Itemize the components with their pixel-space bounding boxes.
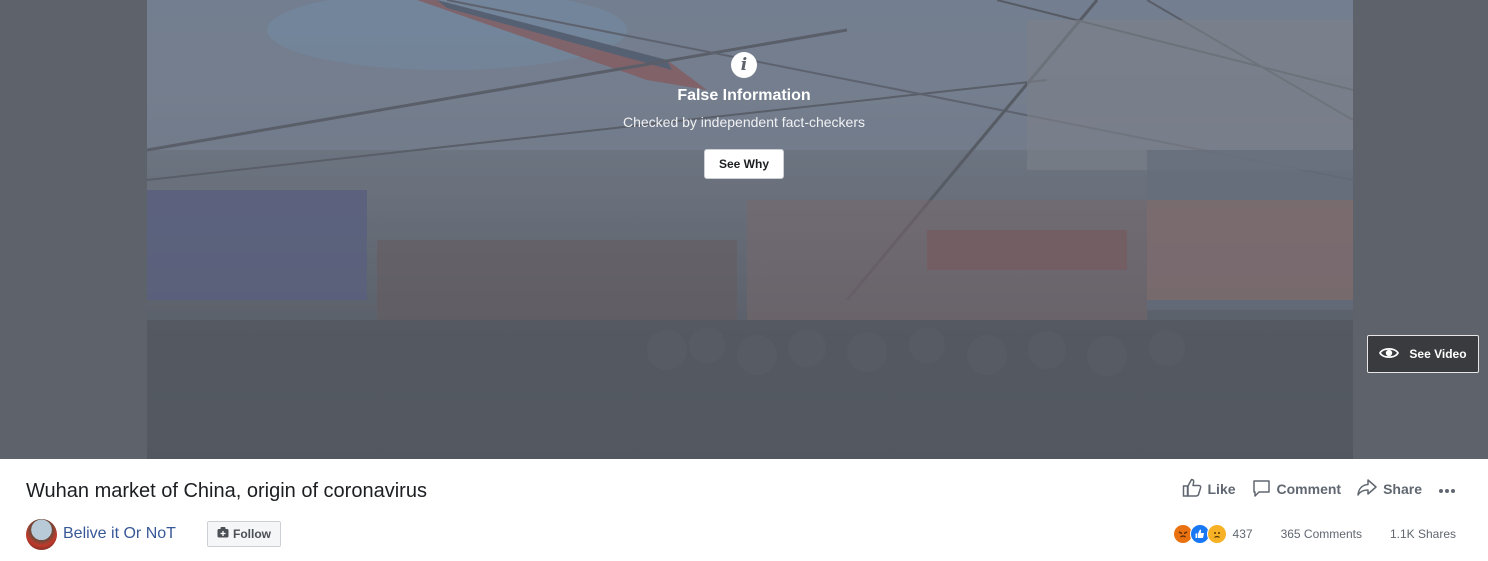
like-label: Like [1207,481,1236,497]
share-label: Share [1383,481,1422,497]
more-options-button[interactable] [1438,481,1456,497]
follow-button[interactable]: Follow [207,521,281,547]
eye-icon [1379,346,1400,363]
more-icon [1438,481,1456,497]
see-why-button[interactable]: See Why [703,149,784,179]
false-information-warning: i False Information Checked by independe… [0,52,1488,179]
post-title: Wuhan market of China, origin of coronav… [26,480,427,502]
engagement-stats: 437 365 Comments 1.1K Shares [1172,524,1456,544]
comments-count-link[interactable]: 365 Comments [1281,527,1362,541]
see-video-label: See Video [1409,347,1467,361]
share-icon [1357,479,1377,499]
reaction-icons[interactable] [1172,524,1227,544]
page-avatar[interactable] [26,519,57,550]
sad-reaction-icon [1206,524,1227,544]
like-icon [1182,478,1202,500]
page-name-link[interactable]: Belive it Or NoT [63,525,176,543]
comment-label: Comment [1276,481,1342,497]
post-actions: Like Comment Share [1182,478,1457,500]
like-button[interactable]: Like [1182,478,1236,500]
follow-label: Follow [233,527,271,541]
warning-title: False Information [677,87,811,104]
warning-subtitle: Checked by independent fact-checkers [622,114,866,130]
video-area[interactable]: i False Information Checked by independe… [0,0,1488,459]
see-video-button[interactable]: See Video [1367,335,1479,373]
follow-icon [217,527,229,541]
share-button[interactable]: Share [1357,479,1422,499]
reaction-count[interactable]: 437 [1233,527,1253,541]
info-icon: i [731,52,757,78]
comment-icon [1252,479,1271,500]
shares-count-link[interactable]: 1.1K Shares [1390,527,1456,541]
comment-button[interactable]: Comment [1252,479,1342,500]
